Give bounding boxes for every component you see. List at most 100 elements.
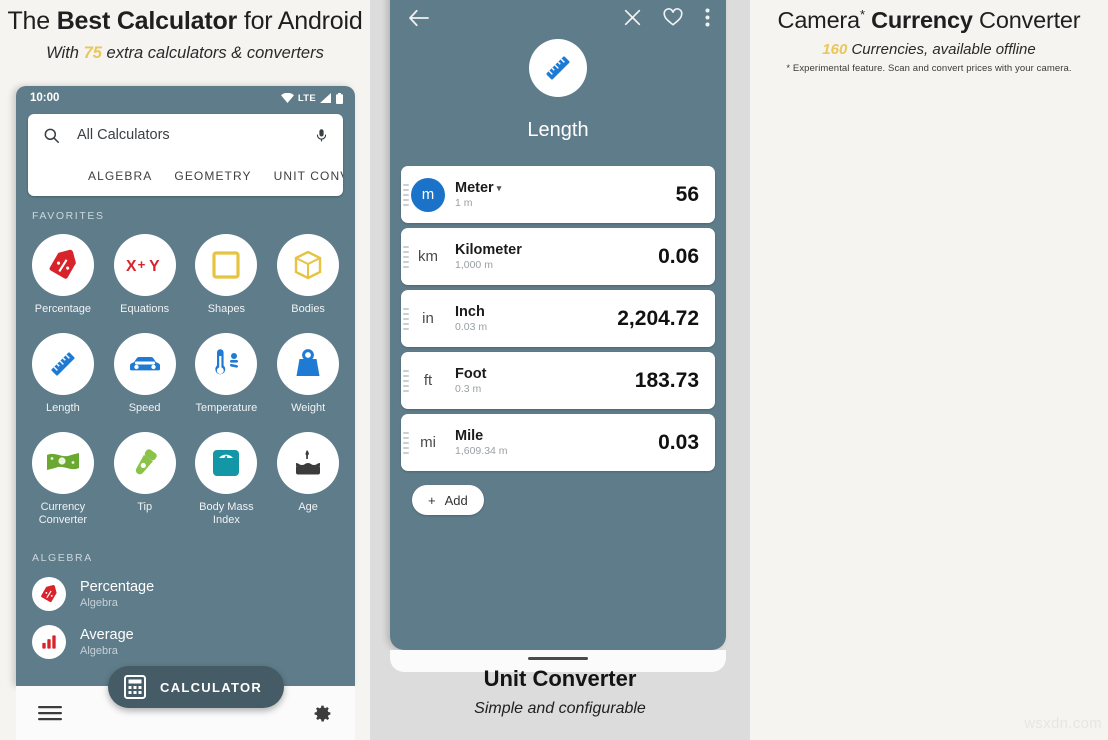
unit-info: Meter ▾ 1 m [455, 180, 676, 209]
unit-hero: Length [390, 27, 726, 142]
tab-algebra[interactable]: ALGEBRA [88, 169, 152, 183]
list-item-name: Percentage [80, 578, 155, 595]
promo-sub-highlight: 160 [822, 41, 848, 59]
drag-handle-icon[interactable] [403, 183, 409, 206]
status-icons: LTE [280, 92, 343, 104]
microphone-icon[interactable] [314, 126, 329, 145]
right-promo-note: * Experimental feature. Scan and convert… [786, 63, 1072, 75]
add-unit-button[interactable]: + Add [412, 485, 484, 515]
unit-row-inch[interactable]: in Inch 0.03 m 2,204.72 [401, 290, 715, 347]
tab-geometry[interactable]: GEOMETRY [174, 169, 251, 183]
car-icon [113, 332, 176, 395]
search-row[interactable]: All Calculators [28, 114, 343, 156]
promo-sub-post: Currencies, available offline [847, 41, 1036, 59]
favorite-label: Shapes [207, 303, 246, 315]
favorite-weight[interactable]: Weight [267, 327, 349, 426]
favorite-bodies[interactable]: Bodies [267, 228, 349, 327]
unit-value[interactable]: 2,204.72 [617, 307, 699, 331]
unit-name: Meter [455, 180, 494, 196]
favorite-currency-converter[interactable]: Currency Converter [22, 426, 104, 539]
coin-hand-icon [113, 431, 176, 494]
drag-handle-icon[interactable] [403, 431, 409, 454]
unit-value[interactable]: 56 [676, 183, 699, 207]
category-tabs[interactable]: ALGEBRA GEOMETRY UNIT CONVERTER [28, 156, 343, 196]
unit-sub: 0.03 m [455, 321, 488, 333]
favorite-label: Body Mass Index [199, 500, 254, 527]
favorite-label: Currency Converter [38, 500, 88, 527]
right-promo-title: Camera* Currency Converter [750, 6, 1108, 35]
back-arrow-icon[interactable] [408, 9, 430, 27]
cube-icon [277, 234, 340, 296]
drag-handle-icon[interactable] [403, 369, 409, 392]
unit-name: Inch [455, 304, 485, 320]
ruler-icon [31, 332, 94, 395]
x-plus-y-icon: X + Y [113, 234, 176, 296]
close-icon[interactable] [624, 9, 641, 26]
watermark: wsxdn.com [1024, 715, 1102, 732]
search-input[interactable]: All Calculators [77, 127, 298, 143]
unit-row-foot[interactable]: ft Foot 0.3 m 183.73 [401, 352, 715, 409]
mid-top-actions [624, 8, 710, 27]
drag-handle-icon[interactable] [403, 307, 409, 330]
panel-left: The Best Calculator for Android With 75 … [0, 0, 370, 740]
svg-text:+: + [137, 257, 145, 272]
favorite-speed[interactable]: Speed [104, 327, 186, 426]
promo-title-part2: Converter [972, 7, 1081, 33]
signal-icon [320, 93, 331, 103]
list-item[interactable]: Average Algebra [16, 618, 355, 666]
unit-sub: 1,000 m [455, 259, 493, 271]
list-item-name: Average [80, 626, 134, 643]
heart-icon[interactable] [663, 8, 683, 27]
unit-sub: 1,609.34 m [455, 445, 508, 457]
unit-hero-title: Length [527, 119, 589, 141]
hamburger-menu-icon[interactable] [38, 705, 62, 721]
chevron-down-icon[interactable]: ▾ [497, 183, 502, 193]
plus-icon: + [428, 492, 436, 508]
thermometer-icon [195, 332, 258, 395]
more-vertical-icon[interactable] [705, 8, 710, 27]
svg-text:X: X [126, 258, 137, 275]
favorites-grid: Percentage X + Y Equations Shapes Bodies… [16, 228, 355, 538]
left-promo-title: The Best Calculator for Android [0, 6, 370, 37]
unit-name-row: Mile [455, 428, 658, 444]
promo-title-bold: Best Calculator [56, 7, 238, 35]
favorite-label: Length [46, 401, 80, 414]
favorite-body-mass-index[interactable]: Body Mass Index [186, 426, 268, 539]
screenshot-root: The Best Calculator for Android With 75 … [0, 0, 1108, 740]
bar-chart-icon [32, 625, 66, 659]
search-card[interactable]: All Calculators ALGEBRA GEOMETRY UNIT CO… [28, 114, 343, 196]
unit-value[interactable]: 0.03 [658, 431, 699, 455]
unit-value[interactable]: 183.73 [635, 369, 699, 393]
price-tag-icon [31, 234, 94, 296]
unit-row-kilometer[interactable]: km Kilometer 1,000 m 0.06 [401, 228, 715, 285]
favorite-label: Tip [137, 500, 153, 513]
favorite-age[interactable]: Age [267, 426, 349, 539]
calculator-fab[interactable]: CALCULATOR [108, 666, 285, 708]
unit-sub: 0.3 m [455, 383, 482, 395]
mid-caption-subtitle: Simple and configurable [474, 700, 646, 717]
favorite-percentage[interactable]: Percentage [22, 228, 104, 327]
unit-info: Kilometer 1,000 m [455, 242, 658, 271]
network-label: LTE [297, 92, 316, 104]
unit-row-meter[interactable]: m Meter ▾ 1 m 56 [401, 166, 715, 223]
unit-symbol: m [411, 177, 445, 212]
favorite-label: Percentage [34, 303, 91, 315]
square-outline-icon [195, 234, 258, 296]
favorite-temperature[interactable]: Temperature [186, 327, 268, 426]
calculator-icon [124, 675, 146, 699]
right-promo-subtitle: 160 Currencies, available offline [750, 41, 1108, 58]
favorite-length[interactable]: Length [22, 327, 104, 426]
unit-row-mile[interactable]: mi Mile 1,609.34 m 0.03 [401, 414, 715, 471]
drag-handle-icon[interactable] [403, 245, 409, 268]
favorite-tip[interactable]: Tip [104, 426, 186, 539]
favorite-label: Bodies [291, 303, 325, 315]
favorite-shapes[interactable]: Shapes [186, 228, 268, 327]
tab-unit-converter[interactable]: UNIT CONVERTER [274, 169, 343, 183]
gear-icon[interactable] [312, 703, 333, 724]
panel-right: Camera* Currency Converter 160 Currencie… [750, 0, 1108, 740]
unit-name: Mile [455, 428, 484, 444]
unit-value[interactable]: 0.06 [658, 245, 699, 269]
favorite-label: Weight [291, 401, 326, 414]
favorite-equations[interactable]: X + Y Equations [104, 228, 186, 327]
list-item[interactable]: Percentage Algebra [16, 570, 355, 618]
